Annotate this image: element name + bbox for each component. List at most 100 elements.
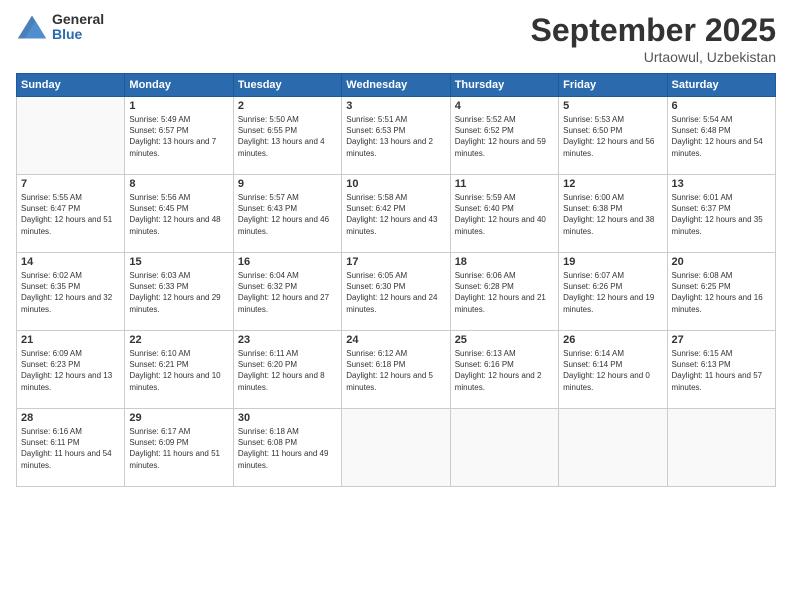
day-info: Sunrise: 6:12 AMSunset: 6:18 PMDaylight:… — [346, 348, 445, 393]
day-number: 10 — [346, 178, 445, 190]
day-number: 26 — [563, 334, 662, 346]
calendar-week-0: 1 Sunrise: 5:49 AMSunset: 6:57 PMDaylight… — [17, 97, 776, 175]
day-info: Sunrise: 6:08 AMSunset: 6:25 PMDaylight:… — [672, 270, 771, 315]
day-info: Sunrise: 6:01 AMSunset: 6:37 PMDaylight:… — [672, 192, 771, 237]
calendar-cell: 19Sunrise: 6:07 AMSunset: 6:26 PMDayligh… — [559, 253, 667, 331]
calendar-cell: 18 Sunrise: 6:06 AMSunset: 6:28 PMDayligh… — [450, 253, 558, 331]
header-row: General Blue September 2025 Urtaowul, Uz… — [16, 12, 776, 65]
calendar-cell: 11 Sunrise: 5:59 AMSunset: 6:40 PMDayligh… — [450, 175, 558, 253]
day-info: Sunrise: 6:07 AMSunset: 6:26 PMDaylight:… — [563, 270, 662, 315]
calendar-cell: 3Sunrise: 5:51 AMSunset: 6:53 PMDaylight… — [342, 97, 450, 175]
day-info: Sunrise: 6:14 AMSunset: 6:14 PMDaylight:… — [563, 348, 662, 393]
calendar-cell: 14 Sunrise: 6:02 AMSunset: 6:35 PMDayligh… — [17, 253, 125, 331]
day-number: 20 — [672, 256, 771, 268]
header-day-friday: Friday — [559, 74, 667, 97]
day-info: Sunrise: 6:04 AMSunset: 6:32 PMDaylight:… — [238, 270, 337, 315]
day-number: 21 — [21, 334, 120, 346]
calendar-cell: 29 Sunrise: 6:17 AMSunset: 6:09 PMDayligh… — [125, 409, 233, 487]
calendar-cell: 24 Sunrise: 6:12 AMSunset: 6:18 PMDayligh… — [342, 331, 450, 409]
day-info: Sunrise: 6:00 AMSunset: 6:38 PMDaylight:… — [563, 192, 662, 237]
day-number: 29 — [129, 412, 228, 424]
day-number: 9 — [238, 178, 337, 190]
calendar-cell — [342, 409, 450, 487]
calendar-cell: 8Sunrise: 5:56 AMSunset: 6:45 PMDaylight… — [125, 175, 233, 253]
calendar-cell: 27 Sunrise: 6:15 AMSunset: 6:13 PMDayligh… — [667, 331, 775, 409]
calendar-table: SundayMondayTuesdayWednesdayThursdayFrid… — [16, 73, 776, 487]
calendar-cell: 4Sunrise: 5:52 AMSunset: 6:52 PMDaylight… — [450, 97, 558, 175]
day-info: Sunrise: 6:17 AMSunset: 6:09 PMDaylight:… — [129, 426, 228, 471]
logo: General Blue — [16, 12, 104, 43]
day-info: Sunrise: 6:09 AMSunset: 6:23 PMDaylight:… — [21, 348, 120, 393]
day-number: 11 — [455, 178, 554, 190]
calendar-cell: 7 Sunrise: 5:55 AMSunset: 6:47 PMDaylight… — [17, 175, 125, 253]
day-number: 14 — [21, 256, 120, 268]
calendar-cell — [559, 409, 667, 487]
day-info: Sunrise: 5:54 AMSunset: 6:48 PMDaylight:… — [672, 114, 771, 159]
calendar-cell: 22Sunrise: 6:10 AMSunset: 6:21 PMDayligh… — [125, 331, 233, 409]
day-number: 25 — [455, 334, 554, 346]
calendar-cell: 16 Sunrise: 6:04 AMSunset: 6:32 PMDayligh… — [233, 253, 341, 331]
day-number: 1 — [129, 100, 228, 112]
day-number: 12 — [563, 178, 662, 190]
day-number: 28 — [21, 412, 120, 424]
day-info: Sunrise: 5:57 AMSunset: 6:43 PMDaylight:… — [238, 192, 337, 237]
logo-text: General Blue — [52, 12, 104, 43]
calendar-cell: 5 Sunrise: 5:53 AMSunset: 6:50 PMDaylight… — [559, 97, 667, 175]
day-number: 24 — [346, 334, 445, 346]
day-info: Sunrise: 6:18 AMSunset: 6:08 PMDaylight:… — [238, 426, 337, 471]
day-number: 13 — [672, 178, 771, 190]
header-day-saturday: Saturday — [667, 74, 775, 97]
calendar-cell: 25Sunrise: 6:13 AMSunset: 6:16 PMDayligh… — [450, 331, 558, 409]
logo-general: General — [52, 12, 104, 27]
calendar-cell: 6Sunrise: 5:54 AMSunset: 6:48 PMDaylight… — [667, 97, 775, 175]
day-number: 8 — [129, 178, 228, 190]
logo-blue: Blue — [52, 27, 104, 42]
calendar-cell: 23 Sunrise: 6:11 AMSunset: 6:20 PMDayligh… — [233, 331, 341, 409]
header-day-thursday: Thursday — [450, 74, 558, 97]
calendar-header: SundayMondayTuesdayWednesdayThursdayFrid… — [17, 74, 776, 97]
day-number: 7 — [21, 178, 120, 190]
day-info: Sunrise: 6:16 AMSunset: 6:11 PMDaylight:… — [21, 426, 120, 471]
day-info: Sunrise: 5:53 AMSunset: 6:50 PMDaylight:… — [563, 114, 662, 159]
day-info: Sunrise: 6:02 AMSunset: 6:35 PMDaylight:… — [21, 270, 120, 315]
day-info: Sunrise: 6:10 AMSunset: 6:21 PMDaylight:… — [129, 348, 228, 393]
day-info: Sunrise: 5:59 AMSunset: 6:40 PMDaylight:… — [455, 192, 554, 237]
month-title: September 2025 — [531, 12, 776, 49]
page: General Blue September 2025 Urtaowul, Uz… — [0, 0, 792, 612]
day-info: Sunrise: 5:51 AMSunset: 6:53 PMDaylight:… — [346, 114, 445, 159]
calendar-week-3: 21 Sunrise: 6:09 AMSunset: 6:23 PMDayligh… — [17, 331, 776, 409]
day-number: 5 — [563, 100, 662, 112]
calendar-cell: 20 Sunrise: 6:08 AMSunset: 6:25 PMDayligh… — [667, 253, 775, 331]
calendar-week-4: 28 Sunrise: 6:16 AMSunset: 6:11 PMDayligh… — [17, 409, 776, 487]
header-day-tuesday: Tuesday — [233, 74, 341, 97]
calendar-week-2: 14 Sunrise: 6:02 AMSunset: 6:35 PMDayligh… — [17, 253, 776, 331]
calendar-week-1: 7 Sunrise: 5:55 AMSunset: 6:47 PMDaylight… — [17, 175, 776, 253]
calendar-cell: 1 Sunrise: 5:49 AMSunset: 6:57 PMDaylight… — [125, 97, 233, 175]
day-info: Sunrise: 6:03 AMSunset: 6:33 PMDaylight:… — [129, 270, 228, 315]
calendar-cell: 26 Sunrise: 6:14 AMSunset: 6:14 PMDayligh… — [559, 331, 667, 409]
calendar-cell — [450, 409, 558, 487]
day-info: Sunrise: 5:58 AMSunset: 6:42 PMDaylight:… — [346, 192, 445, 237]
day-number: 16 — [238, 256, 337, 268]
calendar-cell: 13 Sunrise: 6:01 AMSunset: 6:37 PMDayligh… — [667, 175, 775, 253]
header-day-sunday: Sunday — [17, 74, 125, 97]
header-day-monday: Monday — [125, 74, 233, 97]
day-number: 27 — [672, 334, 771, 346]
day-number: 15 — [129, 256, 228, 268]
calendar-cell — [17, 97, 125, 175]
day-number: 23 — [238, 334, 337, 346]
calendar-cell: 10 Sunrise: 5:58 AMSunset: 6:42 PMDayligh… — [342, 175, 450, 253]
calendar-cell: 2Sunrise: 5:50 AMSunset: 6:55 PMDaylight… — [233, 97, 341, 175]
day-info: Sunrise: 6:15 AMSunset: 6:13 PMDaylight:… — [672, 348, 771, 393]
calendar-cell — [667, 409, 775, 487]
day-info: Sunrise: 6:11 AMSunset: 6:20 PMDaylight:… — [238, 348, 337, 393]
calendar-body: 1 Sunrise: 5:49 AMSunset: 6:57 PMDaylight… — [17, 97, 776, 487]
day-info: Sunrise: 5:55 AMSunset: 6:47 PMDaylight:… — [21, 192, 120, 237]
calendar-cell: 12 Sunrise: 6:00 AMSunset: 6:38 PMDayligh… — [559, 175, 667, 253]
day-number: 4 — [455, 100, 554, 112]
header-row-days: SundayMondayTuesdayWednesdayThursdayFrid… — [17, 74, 776, 97]
day-info: Sunrise: 5:49 AMSunset: 6:57 PMDaylight:… — [129, 114, 228, 159]
day-number: 18 — [455, 256, 554, 268]
logo-icon — [16, 13, 48, 41]
day-info: Sunrise: 6:06 AMSunset: 6:28 PMDaylight:… — [455, 270, 554, 315]
